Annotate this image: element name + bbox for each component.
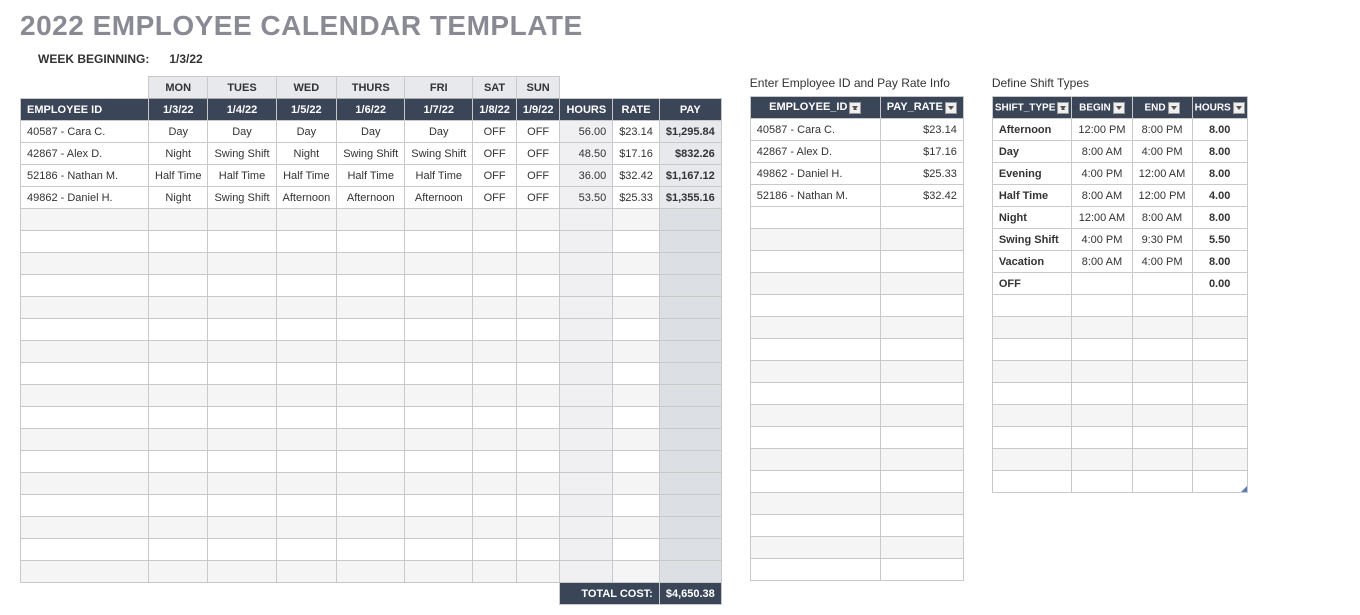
shift-row-empty[interactable] (992, 339, 1247, 361)
payrate-row[interactable]: 40587 - Cara C.$23.14 (750, 119, 963, 141)
payrate-row-empty[interactable] (750, 515, 963, 537)
schedule-row[interactable]: 49862 - Daniel H.NightSwing ShiftAfterno… (21, 187, 722, 209)
page-title: 2022 EMPLOYEE CALENDAR TEMPLATE (20, 10, 1340, 42)
shift-row[interactable]: Day8:00 AM4:00 PM8.00 (992, 141, 1247, 163)
payrate-row-empty[interactable] (750, 405, 963, 427)
filter-icon[interactable] (1233, 102, 1245, 114)
shift-row-empty[interactable] (992, 449, 1247, 471)
shift-row-empty[interactable] (992, 427, 1247, 449)
shift-row-empty[interactable] (992, 471, 1247, 493)
payrate-label: Enter Employee ID and Pay Rate Info (750, 76, 964, 90)
schedule-row-empty[interactable] (21, 473, 722, 495)
total-cost-value: $4,650.38 (659, 583, 721, 605)
schedule-row-empty[interactable] (21, 429, 722, 451)
schedule-row-empty[interactable] (21, 363, 722, 385)
shift-row-empty[interactable] (992, 405, 1247, 427)
schedule-row-empty[interactable] (21, 253, 722, 275)
schedule-table[interactable]: MON TUES WED THURS FRI SAT SUN EMPLOYEE … (20, 76, 722, 605)
payrate-row-empty[interactable] (750, 229, 963, 251)
payrate-row-empty[interactable] (750, 383, 963, 405)
payrate-row-empty[interactable] (750, 537, 963, 559)
day-header-row: MON TUES WED THURS FRI SAT SUN (21, 77, 722, 99)
schedule-row-empty[interactable] (21, 539, 722, 561)
shift-row-empty[interactable] (992, 295, 1247, 317)
shift-table[interactable]: SHIFT_TYPE BEGIN END HOURS Afternoon12:0… (992, 96, 1248, 493)
payrate-row-empty[interactable] (750, 361, 963, 383)
shift-row[interactable]: Afternoon12:00 PM8:00 PM8.00 (992, 119, 1247, 141)
payrate-table[interactable]: EMPLOYEE_ID PAY_RATE 40587 - Cara C.$23.… (750, 96, 964, 581)
schedule-row[interactable]: 42867 - Alex D.NightSwing ShiftNightSwin… (21, 143, 722, 165)
shift-row-empty[interactable] (992, 383, 1247, 405)
shift-row[interactable]: Vacation8:00 AM4:00 PM8.00 (992, 251, 1247, 273)
shift-row-empty[interactable] (992, 361, 1247, 383)
payrate-row-empty[interactable] (750, 471, 963, 493)
sort-icon[interactable] (1057, 102, 1069, 114)
shift-section: Define Shift Types SHIFT_TYPE BEGIN END … (992, 76, 1248, 493)
schedule-section: MON TUES WED THURS FRI SAT SUN EMPLOYEE … (20, 76, 722, 605)
payrate-row[interactable]: 52186 - Nathan M.$32.42 (750, 185, 963, 207)
payrate-row[interactable]: 42867 - Alex D.$17.16 (750, 141, 963, 163)
shift-row[interactable]: Evening4:00 PM12:00 AM8.00 (992, 163, 1247, 185)
schedule-row-empty[interactable] (21, 297, 722, 319)
shift-label: Define Shift Types (992, 76, 1248, 90)
week-beginning-row: WEEK BEGINNING: 1/3/22 (38, 52, 1340, 66)
payrate-row-empty[interactable] (750, 449, 963, 471)
schedule-row-empty[interactable] (21, 231, 722, 253)
filter-icon[interactable] (1113, 102, 1125, 114)
payrate-row-empty[interactable] (750, 251, 963, 273)
schedule-row-empty[interactable] (21, 319, 722, 341)
payrate-row-empty[interactable] (750, 559, 963, 581)
total-row: TOTAL COST: $4,650.38 (21, 583, 722, 605)
shift-row[interactable]: Swing Shift4:00 PM9:30 PM5.50 (992, 229, 1247, 251)
schedule-row-empty[interactable] (21, 275, 722, 297)
schedule-row-empty[interactable] (21, 385, 722, 407)
sort-icon[interactable] (849, 102, 861, 114)
schedule-row-empty[interactable] (21, 561, 722, 583)
shift-row[interactable]: Night12:00 AM8:00 AM8.00 (992, 207, 1247, 229)
payrate-row-empty[interactable] (750, 207, 963, 229)
schedule-row-empty[interactable] (21, 209, 722, 231)
schedule-header-row: EMPLOYEE ID 1/3/22 1/4/22 1/5/22 1/6/22 … (21, 99, 722, 121)
schedule-row-empty[interactable] (21, 517, 722, 539)
payrate-row-empty[interactable] (750, 273, 963, 295)
payrate-section: Enter Employee ID and Pay Rate Info EMPL… (750, 76, 964, 581)
payrate-row-empty[interactable] (750, 427, 963, 449)
payrate-row-empty[interactable] (750, 317, 963, 339)
schedule-row-empty[interactable] (21, 495, 722, 517)
schedule-row[interactable]: 40587 - Cara C.DayDayDayDayDayOFFOFF56.0… (21, 121, 722, 143)
payrate-row-empty[interactable] (750, 339, 963, 361)
payrate-row-empty[interactable] (750, 493, 963, 515)
shift-header-row: SHIFT_TYPE BEGIN END HOURS (992, 97, 1247, 119)
schedule-row-empty[interactable] (21, 451, 722, 473)
schedule-row-empty[interactable] (21, 341, 722, 363)
shift-row[interactable]: Half Time8:00 AM12:00 PM4.00 (992, 185, 1247, 207)
shift-row[interactable]: OFF0.00 (992, 273, 1247, 295)
payrate-row-empty[interactable] (750, 295, 963, 317)
shift-row-empty[interactable] (992, 317, 1247, 339)
payrate-header-row: EMPLOYEE_ID PAY_RATE (750, 97, 963, 119)
week-date[interactable]: 1/3/22 (169, 52, 202, 66)
filter-icon[interactable] (1168, 102, 1180, 114)
payrate-row[interactable]: 49862 - Daniel H.$25.33 (750, 163, 963, 185)
schedule-row-empty[interactable] (21, 407, 722, 429)
schedule-row[interactable]: 52186 - Nathan M.Half TimeHalf TimeHalf … (21, 165, 722, 187)
filter-icon[interactable] (945, 102, 957, 114)
week-label: WEEK BEGINNING: (38, 52, 149, 66)
